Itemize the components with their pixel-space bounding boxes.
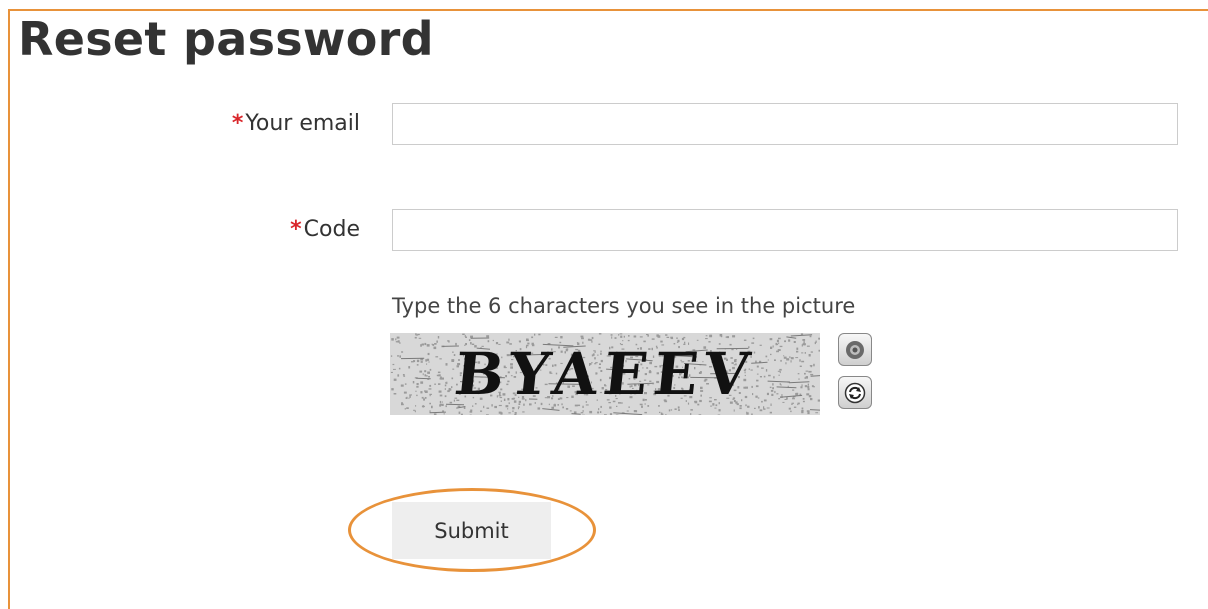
submit-button[interactable]: Submit [392, 502, 551, 559]
code-input[interactable] [392, 209, 1178, 251]
code-label-text: Code [304, 217, 360, 242]
required-marker: * [232, 111, 244, 136]
email-label: *Your email [232, 111, 360, 136]
code-label: *Code [290, 217, 360, 242]
email-input[interactable] [392, 103, 1178, 145]
captcha-image: BYAEEV [390, 333, 820, 415]
speaker-icon [844, 339, 866, 361]
email-label-text: Your email [245, 111, 360, 136]
captcha-refresh-button[interactable] [838, 376, 872, 409]
captcha-audio-button[interactable] [838, 333, 872, 366]
refresh-icon [844, 382, 866, 404]
captcha-hint: Type the 6 characters you see in the pic… [392, 294, 855, 318]
page-title: Reset password [18, 12, 434, 66]
required-marker: * [290, 217, 302, 242]
captcha-characters: BYAEEV [390, 333, 820, 415]
